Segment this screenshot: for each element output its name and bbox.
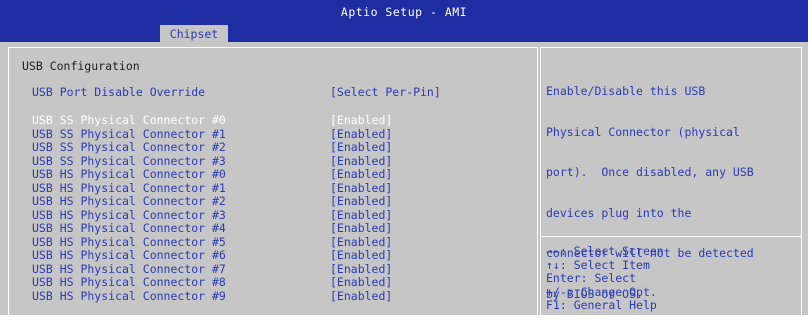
setting-value[interactable]: [Select Per-Pin]	[330, 85, 441, 100]
usb-port-disable-override-row[interactable]: USB Port Disable Override [Select Per-Pi…	[32, 85, 532, 100]
setting-label: USB HS Physical Connector #6	[32, 248, 226, 262]
key-hint-change-opt: +/-: Change Opt.	[546, 284, 796, 300]
connector-row[interactable]: USB HS Physical Connector #6 [Enabled]	[32, 248, 532, 263]
section-title: USB Configuration	[22, 59, 140, 73]
key-desc: : Change Opt.	[566, 284, 657, 299]
setting-label: USB HS Physical Connector #2	[32, 194, 226, 208]
help-line: Enable/Disable this USB	[546, 84, 706, 98]
connector-row[interactable]: USB SS Physical Connector #2 [Enabled]	[32, 140, 532, 155]
tab-chipset[interactable]: Chipset	[160, 25, 228, 43]
setting-value[interactable]: [Enabled]	[330, 208, 392, 223]
key-label: F1	[546, 298, 560, 312]
connector-row[interactable]: USB HS Physical Connector #0 [Enabled]	[32, 167, 532, 182]
setting-value[interactable]: [Enabled]	[330, 154, 392, 169]
connector-row[interactable]: USB HS Physical Connector #4 [Enabled]	[32, 221, 532, 236]
setting-value[interactable]: [Enabled]	[330, 127, 392, 142]
setting-label: USB SS Physical Connector #3	[32, 153, 226, 168]
key-label: ↑↓	[546, 257, 560, 272]
setting-value[interactable]: [Enabled]	[330, 167, 392, 182]
key-legend: →←: Select Screen ↑↓: Select Item Enter:…	[546, 244, 796, 313]
help-line: port). Once disabled, any USB	[546, 165, 754, 179]
bios-screen: Aptio Setup - AMI Chipset USB Configurat…	[0, 0, 808, 315]
setting-value[interactable]: [Enabled]	[330, 113, 392, 128]
setting-label: USB HS Physical Connector #5	[32, 234, 226, 249]
setting-value[interactable]: [Enabled]	[330, 275, 392, 290]
setting-label: USB HS Physical Connector #9	[32, 288, 226, 303]
key-desc: : Select Item	[559, 257, 650, 272]
help-line: Physical Connector (physical	[546, 124, 740, 139]
setting-value[interactable]: [Enabled]	[330, 289, 392, 304]
connector-row[interactable]: USB HS Physical Connector #3 [Enabled]	[32, 207, 532, 223]
key-desc: : Select Screen	[559, 244, 664, 258]
setting-label: USB HS Physical Connector #0	[32, 167, 226, 181]
help-line: devices plug into the	[546, 205, 692, 220]
setting-value[interactable]: [Enabled]	[330, 181, 392, 196]
setting-label: USB SS Physical Connector #0	[32, 113, 226, 127]
setting-label: USB HS Physical Connector #7	[32, 261, 226, 276]
setting-label: USB Port Disable Override	[32, 85, 206, 99]
key-hint-general-help: F1: General Help	[546, 298, 796, 313]
setting-value[interactable]: [Enabled]	[330, 221, 392, 236]
setting-value[interactable]: [Enabled]	[330, 248, 392, 263]
key-desc: : General Help	[559, 298, 657, 312]
connector-row[interactable]: USB HS Physical Connector #5 [Enabled]	[32, 234, 532, 250]
setting-value[interactable]: [Enabled]	[330, 235, 392, 250]
connector-row[interactable]: USB SS Physical Connector #3 [Enabled]	[32, 153, 532, 169]
key-desc: : Select	[580, 271, 637, 285]
key-hint-select-item: ↑↓: Select Item	[546, 257, 796, 273]
title-bar: Aptio Setup - AMI Chipset	[0, 0, 808, 43]
key-label: Enter	[546, 271, 581, 285]
setting-label: USB SS Physical Connector #2	[32, 140, 226, 154]
setting-value[interactable]: [Enabled]	[330, 140, 392, 155]
key-hint-select-screen: →←: Select Screen	[546, 244, 796, 259]
setting-label: USB HS Physical Connector #4	[32, 221, 226, 235]
connector-row[interactable]: USB HS Physical Connector #8 [Enabled]	[32, 275, 532, 290]
setting-label: USB HS Physical Connector #1	[32, 180, 226, 195]
setting-label: USB HS Physical Connector #3	[32, 207, 226, 222]
connector-row[interactable]: USB SS Physical Connector #1 [Enabled]	[32, 126, 532, 142]
connector-row[interactable]: USB HS Physical Connector #2 [Enabled]	[32, 194, 532, 209]
setting-value[interactable]: [Enabled]	[330, 194, 392, 209]
connector-row[interactable]: USB HS Physical Connector #1 [Enabled]	[32, 180, 532, 196]
connector-row[interactable]: USB HS Physical Connector #9 [Enabled]	[32, 288, 532, 304]
setting-value[interactable]: [Enabled]	[330, 262, 392, 277]
key-hint-select: Enter: Select	[546, 271, 796, 286]
connector-row[interactable]: USB SS Physical Connector #0 [Enabled]	[32, 113, 532, 128]
app-title: Aptio Setup - AMI	[340, 5, 468, 19]
setting-label: USB SS Physical Connector #1	[32, 126, 226, 141]
key-label: →←	[546, 244, 560, 258]
key-label: +/-	[546, 284, 567, 299]
setting-label: USB HS Physical Connector #8	[32, 275, 226, 289]
connector-row[interactable]: USB HS Physical Connector #7 [Enabled]	[32, 261, 532, 277]
